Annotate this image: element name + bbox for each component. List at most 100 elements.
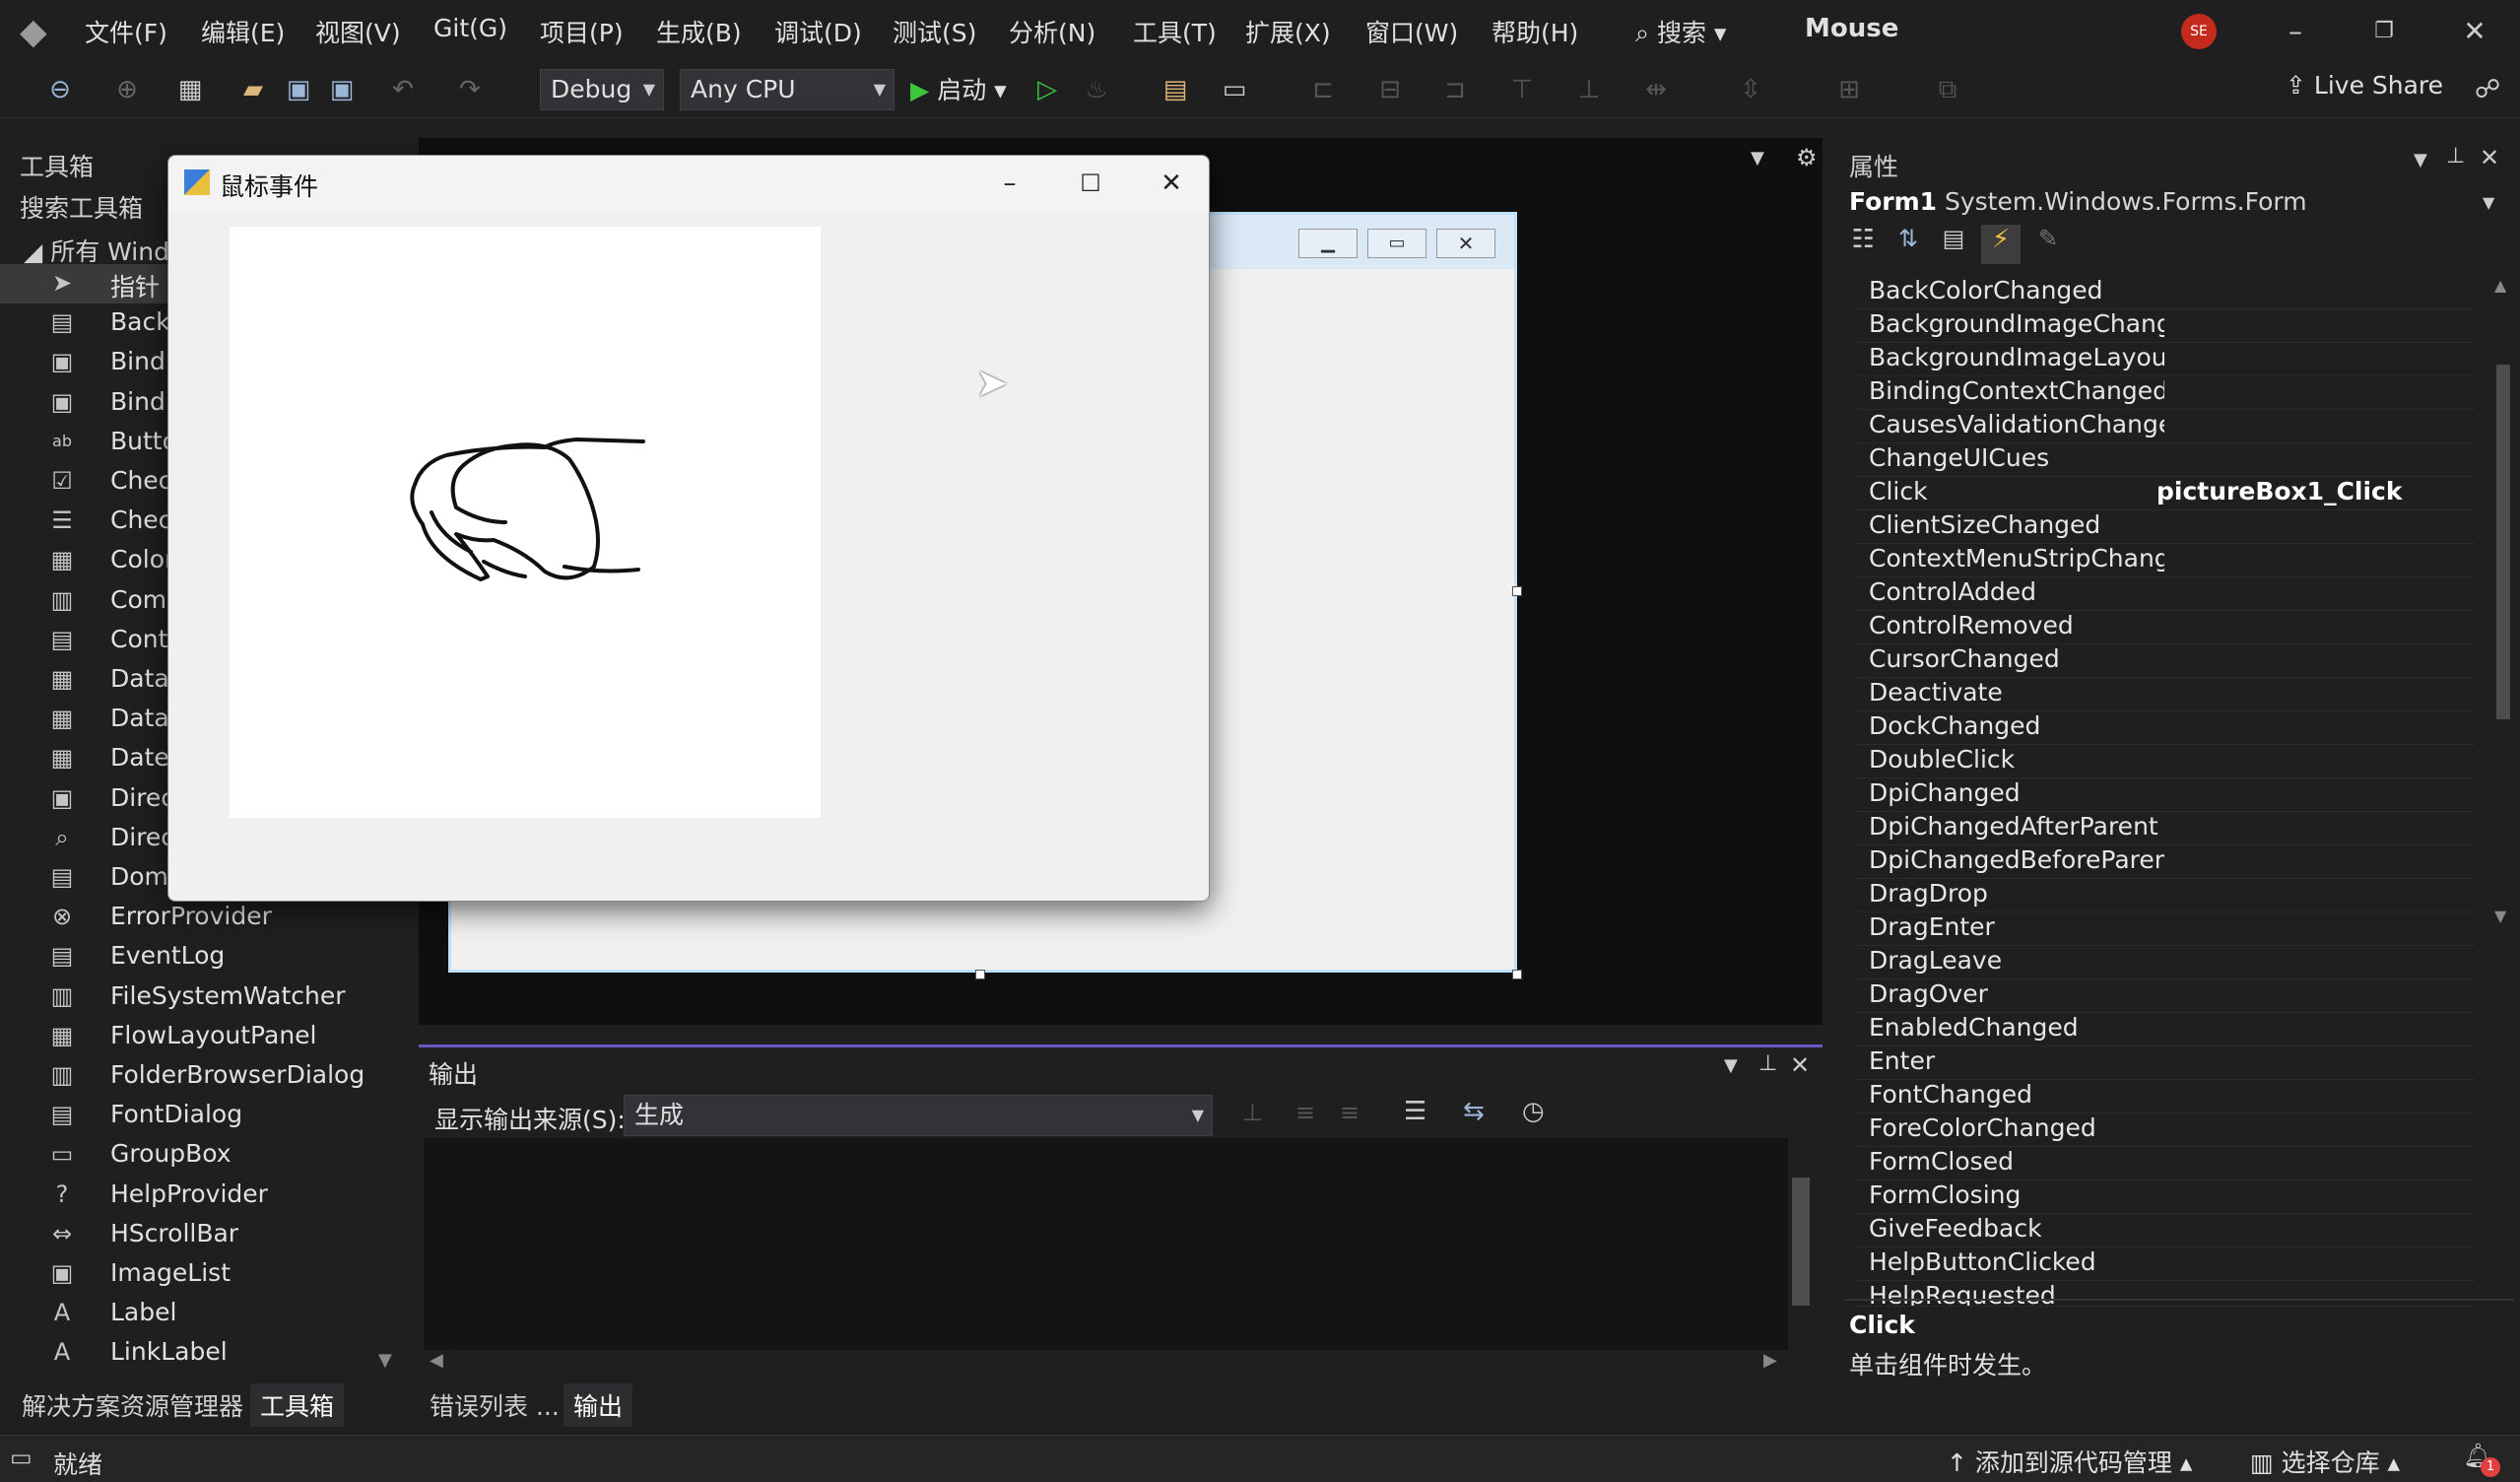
event-row[interactable]: CausesValidationChanged — [1855, 410, 2476, 443]
menu-item[interactable]: 项目(P) — [540, 14, 624, 49]
timestamp-icon[interactable]: ◷ — [1522, 1097, 1545, 1126]
search-box[interactable]: ⌕ 搜索 ▾ — [1635, 14, 1726, 49]
back-icon[interactable]: ⊖ — [43, 73, 77, 106]
event-row[interactable]: BackColorChanged — [1855, 276, 2476, 309]
menu-item[interactable]: 编辑(E) — [201, 14, 285, 49]
spacing-icon[interactable]: ⇹ — [1639, 73, 1673, 106]
menu-item[interactable]: 分析(N) — [1009, 14, 1095, 49]
event-row[interactable]: ClientSizeChanged — [1855, 510, 2476, 544]
scroll-left-icon[interactable]: ◀ — [430, 1350, 443, 1371]
tab-toolbox[interactable]: 工具箱 — [250, 1383, 345, 1427]
maximize-icon[interactable]: ☐ — [1061, 166, 1120, 201]
event-row[interactable]: ChangeUICues — [1855, 443, 2476, 477]
event-row[interactable]: HelpRequested — [1855, 1281, 2476, 1307]
toolbox-item[interactable]: ▤ FontDialog — [0, 1096, 374, 1135]
clear-all-icon[interactable]: ☰ — [1404, 1097, 1426, 1126]
running-window-title-bar[interactable]: 鼠标事件 – ☐ ✕ — [168, 156, 1209, 211]
event-row[interactable]: DragOver — [1855, 979, 2476, 1013]
undo-icon[interactable]: ↶ — [386, 73, 420, 106]
minimize-icon[interactable]: – — [980, 166, 1039, 201]
open-folder-icon[interactable]: ▰ — [236, 73, 270, 106]
event-handler[interactable]: pictureBox1_Click — [2156, 477, 2403, 505]
new-project-icon[interactable]: ▦ — [173, 73, 207, 106]
event-row[interactable]: DragLeave — [1855, 946, 2476, 979]
start-without-debug-icon[interactable]: ▷ — [1030, 73, 1064, 106]
toolbox-item[interactable]: ▤ EventLog — [0, 937, 374, 977]
menu-item[interactable]: Git(G) — [433, 14, 507, 42]
layout-icon[interactable]: ▭ — [1218, 73, 1251, 106]
toolbox-item[interactable]: ▥ FolderBrowserDialog — [0, 1056, 374, 1096]
toolbox-item[interactable]: ▦ FlowLayoutPanel — [0, 1017, 374, 1056]
redo-icon[interactable]: ↷ — [453, 73, 487, 106]
output-text-area[interactable] — [424, 1138, 1814, 1350]
event-row[interactable]: DoubleClick — [1855, 745, 2476, 778]
next-message-icon[interactable]: ≡ — [1340, 1099, 1359, 1126]
panel-dropdown-icon[interactable]: ▼ — [1724, 1055, 1738, 1076]
feedback-icon[interactable]: ☍ — [2471, 73, 2504, 106]
align-top-icon[interactable]: ⊤ — [1505, 73, 1539, 106]
menu-item[interactable]: 视图(V) — [315, 14, 401, 49]
solution-explorer-icon[interactable]: ▤ — [1159, 73, 1192, 106]
pin-icon[interactable]: ⊥ — [2446, 144, 2465, 168]
size-icon[interactable]: ⇳ — [1734, 73, 1767, 106]
tab-solution-explorer[interactable]: 解决方案资源管理器 — [22, 1387, 243, 1423]
avatar[interactable]: SE — [2181, 14, 2217, 49]
align-bottom-icon[interactable]: ⊥ — [1572, 73, 1606, 106]
event-row[interactable]: ForeColorChanged — [1855, 1113, 2476, 1147]
event-row[interactable]: ControlAdded — [1855, 577, 2476, 611]
horizontal-scrollbar[interactable]: ◀ ▶ — [424, 1350, 1788, 1376]
save-all-icon[interactable]: ▣ — [325, 73, 359, 106]
toolbox-item[interactable]: ▭ GroupBox — [0, 1135, 374, 1175]
vertical-scrollbar[interactable] — [1788, 1138, 1814, 1350]
scrollbar-thumb[interactable] — [2496, 365, 2510, 719]
forward-icon[interactable]: ⊕ — [110, 73, 144, 106]
menu-item[interactable]: 文件(F) — [85, 14, 167, 49]
event-row[interactable]: Enter — [1855, 1046, 2476, 1080]
event-row[interactable]: CursorChanged — [1855, 644, 2476, 678]
panel-close-icon[interactable]: ✕ — [2480, 144, 2499, 171]
event-row[interactable]: EnabledChanged — [1855, 1013, 2476, 1046]
output-source-select[interactable]: 生成 ▼ — [624, 1095, 1213, 1136]
event-row[interactable]: Click pictureBox1_Click — [1855, 477, 2476, 510]
menu-item[interactable]: 生成(B) — [656, 14, 742, 49]
properties-view-icon[interactable]: ▤ — [1936, 225, 1971, 260]
scroll-down-icon[interactable]: ▼ — [378, 1350, 392, 1371]
event-row[interactable]: ControlRemoved — [1855, 611, 2476, 644]
event-row[interactable]: DpiChanged — [1855, 778, 2476, 812]
object-dropdown-icon[interactable]: ▼ — [2483, 193, 2494, 212]
resize-handle[interactable] — [975, 970, 985, 979]
menu-item[interactable]: 调试(D) — [774, 14, 862, 49]
pin-icon[interactable]: ⊥ — [1758, 1051, 1777, 1076]
tab-error-list[interactable]: 错误列表 ... — [430, 1387, 560, 1423]
resize-handle[interactable] — [1512, 970, 1522, 979]
properties-scrollbar[interactable]: ▲ ▼ — [2492, 276, 2514, 1439]
events-lightning-icon[interactable]: ⚡ — [1981, 225, 2021, 264]
scroll-right-icon[interactable]: ▶ — [1763, 1350, 1777, 1371]
alphabetical-icon[interactable]: ⇅ — [1890, 225, 1926, 260]
event-row[interactable]: BackgroundImageLayout — [1855, 343, 2476, 376]
tab-dropdown-icon[interactable]: ▼ — [1751, 148, 1764, 168]
align-left-icon[interactable]: ⊏ — [1306, 73, 1340, 106]
drawing-picture-box[interactable] — [230, 227, 821, 818]
event-row[interactable]: FormClosed — [1855, 1147, 2476, 1180]
save-icon[interactable]: ▣ — [282, 73, 315, 106]
toolbox-item[interactable]: ▣ ImageList — [0, 1254, 374, 1294]
property-pages-icon[interactable]: ✎ — [2030, 225, 2066, 260]
toolbox-item[interactable]: A Label — [0, 1294, 374, 1333]
menu-item[interactable]: 帮助(H) — [1492, 14, 1578, 49]
resize-handle[interactable] — [1512, 586, 1522, 596]
close-icon[interactable]: ✕ — [2445, 10, 2504, 53]
tab-output[interactable]: 输出 — [564, 1383, 633, 1427]
scroll-up-icon[interactable]: ▲ — [2494, 276, 2506, 295]
categorized-icon[interactable]: ☷ — [1845, 225, 1881, 260]
prev-message-icon[interactable]: ≡ — [1295, 1099, 1315, 1126]
add-to-source-control-button[interactable]: ↑ 添加到源代码管理 ▴ — [1947, 1444, 2192, 1479]
menu-item[interactable]: 工具(T) — [1133, 14, 1217, 49]
menu-item[interactable]: 窗口(W) — [1365, 14, 1458, 49]
scrollbar-thumb[interactable] — [1792, 1178, 1810, 1306]
panel-dropdown-icon[interactable]: ▼ — [2414, 150, 2427, 170]
menu-item[interactable]: 测试(S) — [893, 14, 976, 49]
scroll-down-icon[interactable]: ▼ — [2494, 907, 2506, 925]
object-selector[interactable]: Form1 System.Windows.Forms.Form — [1849, 187, 2307, 216]
align-center-icon[interactable]: ⊟ — [1373, 73, 1407, 106]
